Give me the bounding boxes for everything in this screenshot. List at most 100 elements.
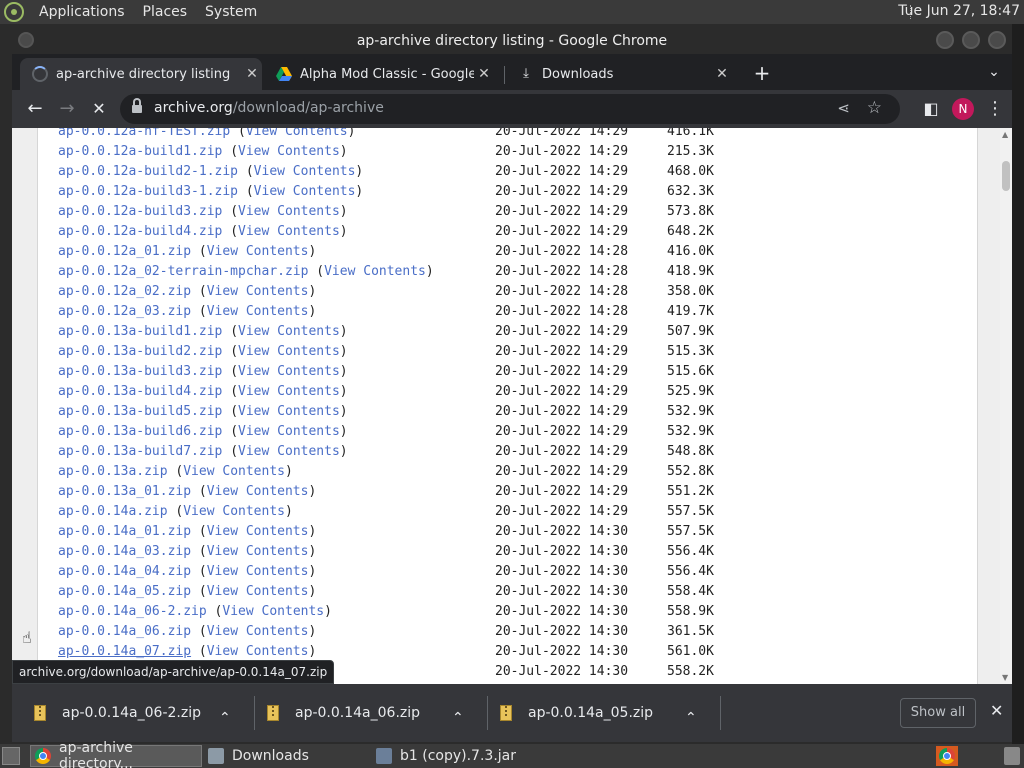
view-contents-link[interactable]: View Contents [207,284,309,299]
back-button[interactable]: ← [22,96,48,122]
view-contents-link[interactable]: View Contents [238,444,340,459]
show-all-downloads-button[interactable]: Show all [900,698,976,728]
tray-chrome-icon[interactable] [936,746,958,766]
places-menu[interactable]: Places [134,4,197,20]
file-link[interactable]: ap-0.0.12a-build2-1.zip [58,164,238,179]
view-contents-link[interactable]: View Contents [207,304,309,319]
file-link[interactable]: ap-0.0.12a_01.zip [58,244,191,259]
file-link[interactable]: ap-0.0.14a_07.zip [58,644,191,659]
scroll-down-arrow-icon[interactable]: ▼ [1002,673,1008,682]
file-link[interactable]: ap-0.0.14a_05.zip [58,584,191,599]
view-contents-link[interactable]: View Contents [207,544,309,559]
taskbar-chrome-window[interactable]: ap-archive directory... [30,740,202,768]
profile-avatar[interactable]: N [952,98,974,120]
file-link[interactable]: ap-0.0.14a_04.zip [58,564,191,579]
scrollbar-thumb[interactable] [1002,161,1010,191]
applications-menu[interactable]: Applications [30,4,134,20]
file-link[interactable]: ap-0.0.14a.zip [58,504,168,519]
clock[interactable]: Tue Jun 27, 18:47 [898,3,1020,19]
tab-close-icon[interactable]: ✕ [712,66,732,82]
mint-logo-icon[interactable] [4,2,24,22]
close-shelf-icon[interactable]: ✕ [990,701,1003,720]
view-contents-link[interactable]: View Contents [207,564,309,579]
file-link[interactable]: ap-0.0.13a_01.zip [58,484,191,499]
window-menu-button[interactable] [18,32,34,48]
file-link[interactable]: ap-0.0.14a_03.zip [58,544,191,559]
address-bar[interactable]: archive.org/download/ap-archive ⋖ ☆ [120,94,900,124]
trash-icon[interactable] [1004,747,1020,765]
tab-search-chevron-icon[interactable]: ⌄ [984,64,1004,84]
scroll-up-arrow-icon[interactable]: ▲ [1002,130,1008,139]
view-contents-link[interactable]: View Contents [238,224,340,239]
minimize-button[interactable] [936,31,954,49]
view-contents-link[interactable]: View Contents [183,464,285,479]
file-link[interactable]: ap-0.0.13a-build6.zip [58,424,222,439]
download-item[interactable]: ap-0.0.14a_06-2.zip [34,698,201,728]
view-contents-link[interactable]: View Contents [222,604,324,619]
tab-close-icon[interactable]: ✕ [242,66,262,82]
file-link[interactable]: ap-0.0.12a-build3-1.zip [58,184,238,199]
view-contents-link[interactable]: View Contents [324,264,426,279]
file-link[interactable]: ap-0.0.12a_02.zip [58,284,191,299]
download-options-chevron-icon[interactable]: ⌃ [219,703,231,733]
view-contents-link[interactable]: View Contents [207,624,309,639]
show-desktop-icon[interactable] [2,747,20,765]
maximize-button[interactable] [962,31,980,49]
view-contents-link[interactable]: View Contents [238,144,340,159]
file-link[interactable]: ap-0.0.13a-build3.zip [58,364,222,379]
taskbar-downloads-folder[interactable]: Downloads [204,745,372,767]
url-text[interactable]: archive.org/download/ap-archive [154,100,384,116]
file-link[interactable]: ap-0.0.12a-build3.zip [58,204,222,219]
view-contents-link[interactable]: View Contents [238,364,340,379]
share-icon[interactable]: ⋖ [837,99,850,117]
file-link[interactable]: ap-0.0.14a_06.zip [58,624,191,639]
taskbar-jar-file[interactable]: b1 (copy).7.3.jar [372,745,562,767]
file-link[interactable]: ap-0.0.13a-build5.zip [58,404,222,419]
bookmark-star-icon[interactable]: ☆ [867,98,882,118]
view-contents-link[interactable]: View Contents [254,184,356,199]
lock-icon[interactable] [132,98,142,114]
view-contents-link[interactable]: View Contents [207,524,309,539]
view-contents-link[interactable]: View Contents [238,424,340,439]
tab-downloads[interactable]: ⤓ Downloads ✕ [506,58,732,90]
system-menu[interactable]: System [196,4,266,20]
file-link[interactable]: ap-0.0.12a-hf-TEST.zip [58,128,230,139]
chrome-menu-icon[interactable]: ⋮ [982,96,1008,122]
tab-close-icon[interactable]: ✕ [474,66,494,82]
file-link[interactable]: ap-0.0.12a-build1.zip [58,144,222,159]
file-link[interactable]: ap-0.0.12a-build4.zip [58,224,222,239]
view-contents-link[interactable]: View Contents [183,504,285,519]
file-link[interactable]: ap-0.0.13a-build1.zip [58,324,222,339]
view-contents-link[interactable]: View Contents [207,584,309,599]
file-link[interactable]: ap-0.0.13a.zip [58,464,168,479]
download-options-chevron-icon[interactable]: ⌃ [685,703,697,733]
download-item[interactable]: ap-0.0.14a_06.zip [267,698,420,728]
file-link[interactable]: ap-0.0.12a_03.zip [58,304,191,319]
file-link[interactable]: ap-0.0.13a-build7.zip [58,444,222,459]
download-item[interactable]: ap-0.0.14a_05.zip [500,698,653,728]
view-contents-link[interactable]: View Contents [207,244,309,259]
file-link[interactable]: ap-0.0.12a_02-terrain-mpchar.zip [58,264,308,279]
page-scrollbar[interactable]: ▲ ▼ [1000,128,1012,684]
view-contents-link[interactable]: View Contents [238,404,340,419]
view-contents-link[interactable]: View Contents [238,324,340,339]
forward-button[interactable]: → [54,96,80,122]
view-contents-link[interactable]: View Contents [238,344,340,359]
window-titlebar[interactable]: ap-archive directory listing - Google Ch… [12,28,1012,54]
view-contents-link[interactable]: View Contents [238,204,340,219]
view-contents-link[interactable]: View Contents [254,164,356,179]
close-window-button[interactable] [988,31,1006,49]
view-contents-link[interactable]: View Contents [207,644,309,659]
view-contents-link[interactable]: View Contents [246,128,348,139]
stop-loading-button[interactable]: ✕ [86,96,112,122]
new-tab-button[interactable]: + [750,62,774,86]
file-link[interactable]: ap-0.0.13a-build4.zip [58,384,222,399]
file-link[interactable]: ap-0.0.13a-build2.zip [58,344,222,359]
view-contents-link[interactable]: View Contents [238,384,340,399]
view-contents-link[interactable]: View Contents [207,484,309,499]
download-options-chevron-icon[interactable]: ⌃ [452,703,464,733]
side-panel-icon[interactable]: ◧ [918,96,944,122]
file-link[interactable]: ap-0.0.14a_06-2.zip [58,604,207,619]
tab-ap-archive[interactable]: ap-archive directory listing ✕ [20,58,262,90]
tab-google-drive[interactable]: Alpha Mod Classic - Google Drive ✕ [264,58,494,90]
